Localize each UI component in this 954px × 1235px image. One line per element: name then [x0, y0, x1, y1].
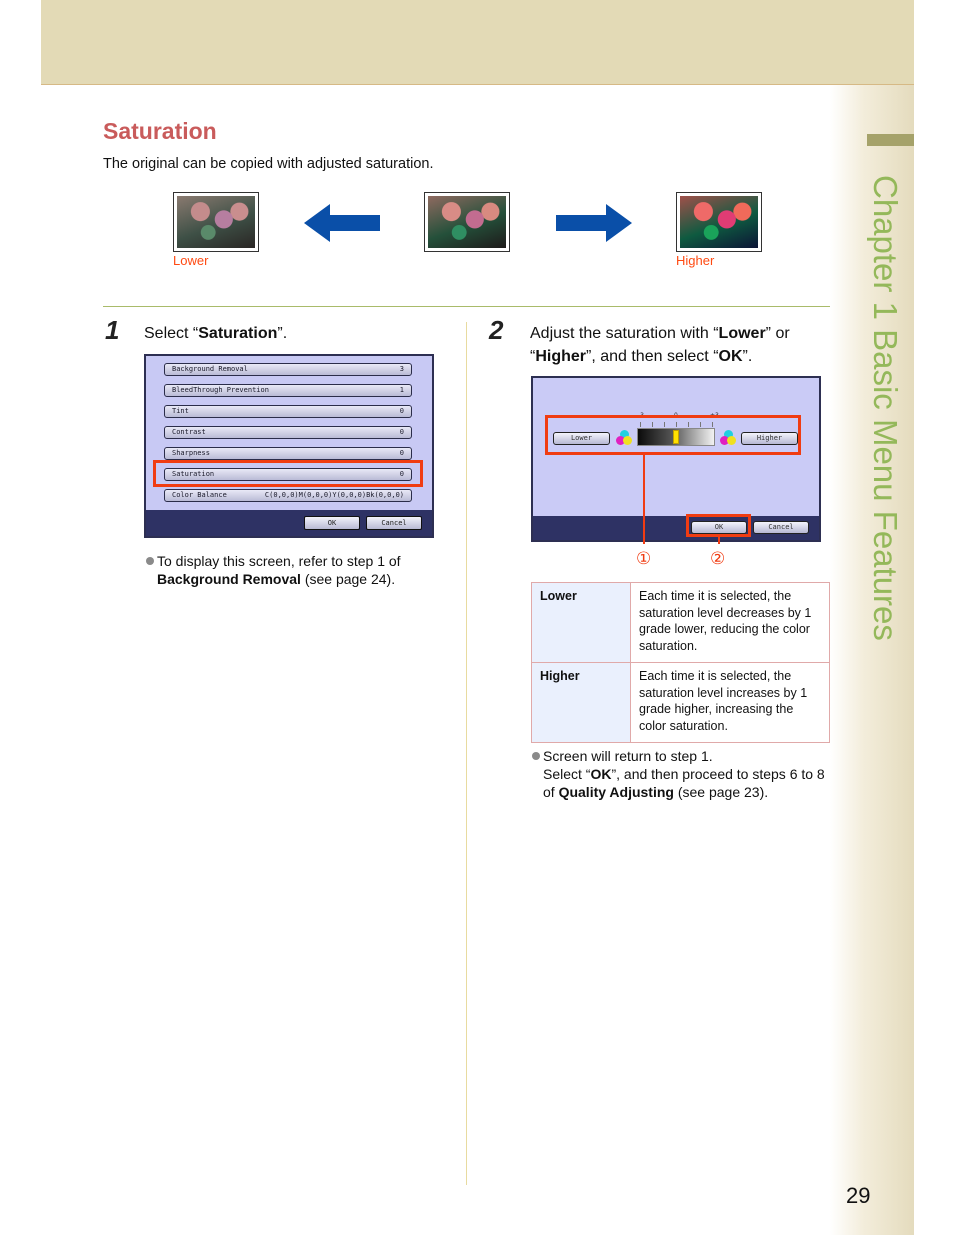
step-2-bold-higher: Higher: [535, 348, 586, 365]
step-2-bold-lower: Lower: [718, 325, 766, 342]
cancel-button[interactable]: Cancel: [366, 516, 422, 530]
row-value: 0: [399, 407, 404, 415]
saturation-highlight-box: [153, 460, 423, 487]
callout-line-1: [643, 455, 645, 544]
menu-row-sharpness[interactable]: Sharpness 0: [164, 447, 412, 460]
row-label: Sharpness: [172, 449, 210, 457]
row-value: C(0,0,0)M(0,0,0)Y(0,0,0)Bk(0,0,0): [264, 491, 404, 499]
thumbnail-higher-saturation: [676, 192, 762, 252]
ok-highlight-box: [686, 514, 751, 537]
note-link-quality-adjusting: Quality Adjusting: [558, 784, 674, 800]
row-label: Contrast: [172, 428, 206, 436]
thumbnail-original: [424, 192, 510, 252]
chapter-tab-marker: [867, 134, 914, 146]
row-label: Background Removal: [172, 365, 248, 373]
menu-row-color-balance[interactable]: Color Balance C(0,0,0)M(0,0,0)Y(0,0,0)Bk(…: [164, 489, 412, 502]
callout-number-2: ②: [710, 549, 726, 568]
step-1-note: To display this screen, refer to step 1 …: [146, 552, 436, 588]
ok-button[interactable]: OK: [304, 516, 360, 530]
note-link-background-removal: Background Removal: [157, 571, 301, 587]
note-text-end: (see page 23).: [673, 784, 769, 800]
section-title: Saturation: [103, 118, 217, 144]
step-1-text-end: ”.: [277, 325, 288, 342]
table-key: Higher: [531, 662, 631, 743]
row-value: 0: [399, 428, 404, 436]
step-2-text: ”.: [742, 348, 753, 365]
note-text: Screen will return to step 1.: [543, 748, 713, 764]
flower-image-original: [428, 196, 506, 248]
section-intro: The original can be copied with adjusted…: [103, 156, 434, 172]
page-number: 29: [846, 1183, 871, 1208]
row-label: Tint: [172, 407, 189, 415]
column-divider: [466, 322, 467, 1185]
row-label: Color Balance: [172, 491, 227, 499]
table-row: Lower Each time it is selected, the satu…: [531, 582, 830, 663]
note-bold-ok: OK: [590, 766, 612, 782]
note-text-end: (see page 24).: [300, 571, 396, 587]
callout-line-2: [718, 537, 720, 544]
cancel-button[interactable]: Cancel: [753, 521, 809, 534]
step-1-bold: Saturation: [198, 325, 278, 342]
lower-higher-highlight-box: [545, 415, 801, 455]
step-2-note: Screen will return to step 1. Select “OK…: [532, 747, 832, 801]
bullet-icon: [146, 557, 154, 565]
thumbnail-lower-saturation: [173, 192, 259, 252]
arrow-right-icon: [556, 204, 632, 242]
step-2-text: ”, and then select “: [586, 348, 719, 365]
table-row: Higher Each time it is selected, the sat…: [531, 662, 830, 743]
flower-image-lower: [177, 196, 255, 248]
section-divider: [103, 306, 830, 307]
menu-row-background-removal[interactable]: Background Removal 3: [164, 363, 412, 376]
step-2-number: 2: [489, 315, 504, 345]
step-2-text: Adjust the saturation with “: [530, 325, 719, 342]
bullet-icon: [532, 752, 540, 760]
header-band: [41, 0, 914, 85]
menu-row-tint[interactable]: Tint 0: [164, 405, 412, 418]
table-key: Lower: [531, 582, 631, 663]
step-2-bold-ok: OK: [718, 348, 743, 365]
menu-row-contrast[interactable]: Contrast 0: [164, 426, 412, 439]
note-text: To display this screen, refer to step 1 …: [157, 553, 401, 569]
thumbnail-label-higher: Higher: [676, 253, 715, 268]
step-1-number: 1: [105, 315, 120, 345]
step-1-text: Select “: [144, 325, 199, 342]
quality-adjust-screen: Background Removal 3 BleedThrough Prevent…: [144, 354, 434, 538]
flower-image-higher: [680, 196, 758, 248]
row-value: 0: [399, 449, 404, 457]
callout-number-1: ①: [636, 549, 652, 568]
note-text: Select “: [543, 766, 591, 782]
row-value: 1: [399, 386, 404, 394]
screen-footer: OK Cancel: [533, 516, 819, 540]
saturation-screen: Lower -3 0 +3 Higher OK Cancel: [531, 376, 821, 542]
screen-footer: OK Cancel: [146, 510, 432, 536]
step-1-instruction: Select “Saturation”.: [144, 322, 287, 345]
menu-row-bleedthrough-prevention[interactable]: BleedThrough Prevention 1: [164, 384, 412, 397]
row-value: 3: [399, 365, 404, 373]
step-2-instruction: Adjust the saturation with “Lower” or “H…: [530, 322, 830, 368]
arrow-left-icon: [304, 204, 380, 242]
thumbnail-label-lower: Lower: [173, 253, 209, 268]
note-continuation: Select “OK”, and then proceed to steps 6…: [532, 765, 832, 801]
table-value: Each time it is selected, the saturation…: [630, 662, 830, 743]
chapter-label: Chapter 1 Basic Menu Features: [867, 175, 904, 641]
row-label: BleedThrough Prevention: [172, 386, 269, 394]
table-value: Each time it is selected, the saturation…: [630, 582, 830, 663]
button-description-table: Lower Each time it is selected, the satu…: [531, 582, 830, 743]
